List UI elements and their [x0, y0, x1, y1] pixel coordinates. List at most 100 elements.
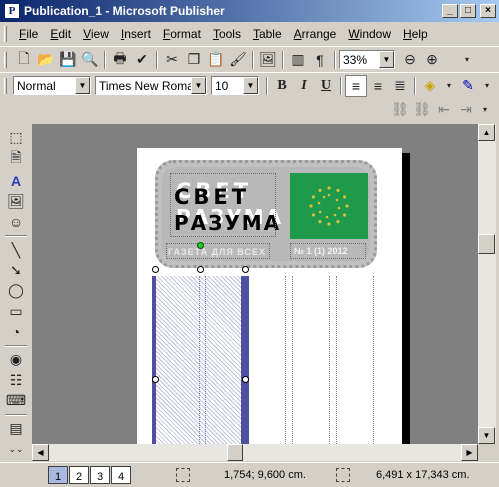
html-fragment-icon[interactable]: ⌨ [4, 391, 28, 410]
oval-icon[interactable]: ◯ [4, 281, 28, 300]
text-box-icon[interactable]: 🗎 [4, 148, 28, 170]
page-4-button[interactable]: 4 [111, 466, 131, 484]
autoshapes-icon[interactable]: ◔ [4, 322, 28, 341]
line-icon[interactable]: ╲ [4, 240, 28, 259]
italic-icon[interactable]: I [293, 75, 315, 97]
toolbar-options-icon[interactable]: ▾ [477, 98, 493, 120]
link-icon[interactable]: ⛓ [389, 98, 411, 120]
window-title: Publication_1 - Microsoft Publisher [24, 4, 225, 18]
chevron-down-icon[interactable]: ▾ [479, 75, 495, 97]
insert-picture-icon[interactable]: 🖼 [257, 49, 279, 71]
fill-color-icon[interactable]: ◈ [419, 75, 441, 97]
font-select[interactable]: Times New Roman ▼ [95, 76, 207, 95]
vertical-scrollbar[interactable]: ▲ ▼ [478, 124, 496, 444]
zoom-select[interactable]: 33% ▼ [339, 50, 395, 69]
next-frame-icon[interactable]: ⇥ [455, 98, 477, 120]
menu-edit[interactable]: Edit [44, 25, 77, 43]
scroll-down-icon[interactable]: ▼ [478, 427, 495, 444]
resize-handle[interactable] [152, 266, 159, 273]
menu-arrange[interactable]: Arrange [288, 25, 343, 43]
pilcrow-icon[interactable]: ¶ [309, 49, 331, 71]
menu-window[interactable]: Window [342, 25, 397, 43]
menu-file[interactable]: File [13, 25, 44, 43]
chevron-down-icon[interactable]: ▼ [191, 77, 206, 94]
line-color-icon[interactable]: ✎ [457, 75, 479, 97]
zoom-in-icon[interactable]: ⊕ [421, 49, 443, 71]
eu-flag-image[interactable] [290, 173, 368, 239]
align-left-icon[interactable]: ≡ [345, 74, 367, 97]
menu-tools[interactable]: Tools [207, 25, 247, 43]
format-painter-icon[interactable]: 🖌 [227, 49, 249, 71]
vertical-scroll-thumb[interactable] [478, 234, 495, 254]
page-2-button[interactable]: 2 [69, 466, 89, 484]
style-value: Normal [17, 78, 56, 93]
toolbar-options-icon[interactable]: ▾ [459, 49, 475, 71]
hot-spot-icon[interactable]: ◉ [4, 350, 28, 369]
resize-handle[interactable] [197, 266, 204, 273]
chevron-down-icon[interactable]: ▼ [379, 51, 394, 68]
rotation-handle[interactable] [197, 242, 204, 249]
align-center-icon[interactable]: ≡ [367, 75, 389, 97]
menu-insert[interactable]: Insert [115, 25, 157, 43]
chevron-down-icon[interactable]: ▼ [75, 77, 90, 94]
page-1-button[interactable]: 1 [48, 466, 68, 484]
save-icon[interactable]: 💾 [57, 49, 79, 71]
arrow-icon[interactable]: ➘ [4, 261, 28, 280]
text-column-selected[interactable] [241, 276, 249, 444]
chevron-down-icon[interactable]: ▼ [243, 77, 258, 94]
text-column-selected[interactable] [152, 276, 242, 444]
justify-icon[interactable]: ≣ [389, 75, 411, 97]
rectangle-icon[interactable]: ▭ [4, 302, 28, 321]
maximize-button[interactable]: □ [460, 4, 476, 18]
masthead[interactable]: СВЕТ СВЕТ РАЗУМА РАЗУМА ГАЗЕТА ДЛЯ ВСЕХ … [155, 160, 377, 268]
zoom-out-icon[interactable]: ⊖ [399, 49, 421, 71]
scroll-up-icon[interactable]: ▲ [478, 124, 495, 141]
status-bar: 1 2 3 4 1,754; 9,600 cm. 6,491 x 17,343 … [0, 462, 499, 487]
text-frame-outline [170, 173, 276, 237]
menu-table[interactable]: Table [247, 25, 288, 43]
resize-handle[interactable] [242, 266, 249, 273]
wordart-icon[interactable]: A [4, 171, 28, 190]
font-size-select[interactable]: 10 ▼ [211, 76, 259, 95]
close-button[interactable]: × [480, 4, 496, 18]
publisher-app-icon[interactable]: P [4, 3, 20, 19]
unlink-icon[interactable]: ⛓ [411, 98, 433, 120]
paste-icon[interactable]: 📋 [205, 49, 227, 71]
copy-icon[interactable]: ❐ [183, 49, 205, 71]
scroll-right-icon[interactable]: ▶ [461, 444, 478, 461]
open-icon[interactable]: 📂 [35, 49, 57, 71]
style-select[interactable]: Normal ▼ [13, 76, 91, 95]
object-size: 6,491 x 17,343 cm. [375, 469, 470, 481]
menu-view[interactable]: View [77, 25, 115, 43]
horizontal-scrollbar[interactable]: ◀ ▶ [32, 444, 478, 461]
document-workspace[interactable]: СВЕТ СВЕТ РАЗУМА РАЗУМА ГАЗЕТА ДЛЯ ВСЕХ … [32, 124, 478, 444]
toolbar-grip[interactable] [4, 77, 7, 94]
bold-icon[interactable]: B [271, 75, 293, 97]
search-file-icon[interactable]: 🔍 [79, 49, 101, 71]
columns-icon[interactable]: ▥ [287, 49, 309, 71]
horizontal-scroll-thumb[interactable] [227, 444, 243, 461]
new-icon[interactable]: 🗋 [13, 49, 35, 71]
scroll-left-icon[interactable]: ◀ [32, 444, 49, 461]
publication-page[interactable]: СВЕТ СВЕТ РАЗУМА РАЗУМА ГАЗЕТА ДЛЯ ВСЕХ … [137, 148, 402, 444]
toolbar-grip[interactable] [4, 26, 7, 42]
previous-frame-icon[interactable]: ⇤ [433, 98, 455, 120]
cut-icon[interactable]: ✂ [161, 49, 183, 71]
menu-help[interactable]: Help [397, 25, 434, 43]
underline-icon[interactable]: U [315, 75, 337, 97]
page-3-button[interactable]: 3 [90, 466, 110, 484]
select-objects-icon[interactable]: ⬚ [4, 128, 28, 147]
more-tools-icon[interactable]: ⌄⌄ [4, 440, 28, 459]
toolbar-grip[interactable] [4, 51, 7, 68]
clip-art-icon[interactable]: ☺ [4, 212, 28, 231]
picture-frame-icon[interactable]: 🖼 [4, 192, 28, 211]
resize-handle[interactable] [152, 376, 159, 383]
form-control-icon[interactable]: ☷ [4, 371, 28, 390]
minimize-button[interactable]: _ [442, 4, 458, 18]
menu-format[interactable]: Format [157, 25, 207, 43]
spelling-icon[interactable]: ✔ [131, 49, 153, 71]
design-gallery-icon[interactable]: ▤ [4, 419, 28, 438]
print-icon[interactable]: 🖶 [109, 49, 131, 71]
resize-handle[interactable] [242, 376, 249, 383]
chevron-down-icon[interactable]: ▾ [441, 75, 457, 97]
